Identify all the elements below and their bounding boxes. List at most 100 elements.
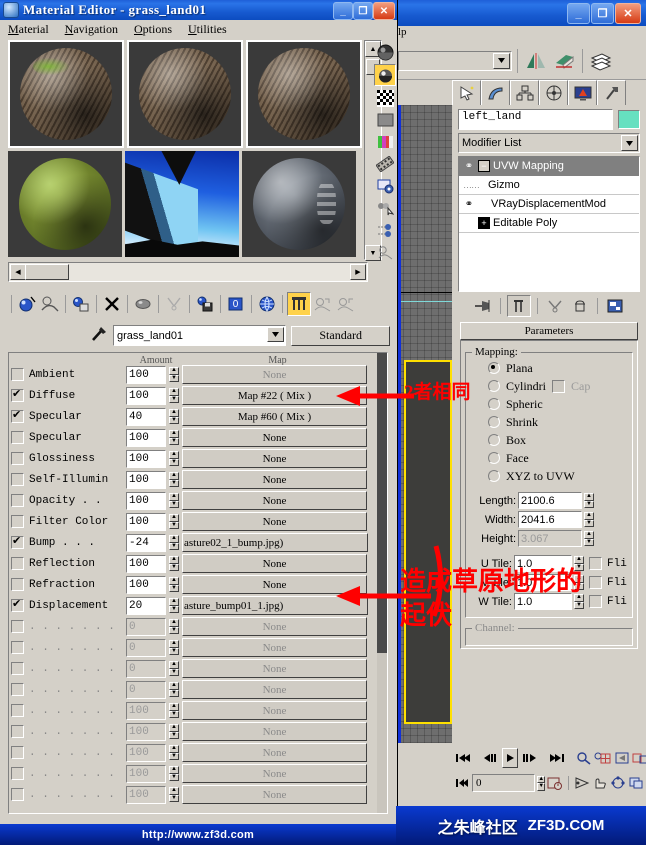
- map-assign-button[interactable]: None: [182, 659, 367, 678]
- map-enable-checkbox[interactable]: [11, 597, 24, 612]
- map-enable-checkbox[interactable]: [11, 534, 24, 549]
- map-amount-field[interactable]: 100: [126, 701, 166, 720]
- map-assign-button[interactable]: None: [182, 617, 367, 636]
- radio-icon[interactable]: [488, 470, 500, 482]
- map-amount-field[interactable]: 0: [126, 680, 166, 699]
- map-enable-checkbox[interactable]: [11, 683, 24, 696]
- length-field[interactable]: 2100.6: [518, 492, 582, 509]
- map-amount-field[interactable]: 100: [126, 449, 166, 468]
- u-tile-spinner[interactable]: ▲ ▼: [574, 556, 584, 571]
- maximize-viewport-icon[interactable]: [628, 774, 644, 792]
- map-amount-field[interactable]: 100: [126, 386, 166, 405]
- mapping-option-planar[interactable]: Plana: [470, 359, 628, 377]
- height-spinner[interactable]: ▲ ▼: [584, 531, 594, 546]
- map-amount-spinner[interactable]: ▲ ▼: [169, 766, 179, 781]
- max-toolbar[interactable]: [396, 42, 646, 80]
- map-amount-field[interactable]: 100: [126, 512, 166, 531]
- modifier-list-dropdown[interactable]: Modifier List: [458, 133, 640, 153]
- max-menubar[interactable]: lp: [396, 26, 646, 42]
- make-material-copy-icon[interactable]: [132, 293, 154, 315]
- map-assign-button[interactable]: None: [182, 470, 367, 489]
- map-amount-spinner[interactable]: ▲ ▼: [169, 451, 179, 466]
- map-amount-field[interactable]: 100: [126, 428, 166, 447]
- map-amount-spinner[interactable]: ▲ ▼: [169, 472, 179, 487]
- map-enable-checkbox[interactable]: [11, 557, 24, 570]
- max-menu-fragment[interactable]: lp: [398, 26, 407, 38]
- go-to-parent-icon[interactable]: [312, 293, 334, 315]
- map-amount-spinner[interactable]: ▲ ▼: [169, 430, 179, 445]
- command-panel-tabs[interactable]: [396, 80, 646, 106]
- cap-checkbox[interactable]: [552, 379, 566, 393]
- map-assign-button[interactable]: None: [182, 449, 367, 468]
- modifier-stack-item-editable-poly[interactable]: + Editable Poly: [459, 214, 639, 233]
- frame-spinner[interactable]: ▲ ▼: [537, 775, 546, 791]
- modifier-stack-item-uvw-mapping[interactable]: ⚭ − UVW Mapping: [459, 157, 639, 176]
- map-enable-checkbox[interactable]: [11, 494, 24, 507]
- map-assign-button[interactable]: asture02_1_bump.jpg): [182, 533, 368, 552]
- video-color-check-icon[interactable]: [375, 132, 395, 152]
- w-tile-field[interactable]: 1.0: [514, 593, 572, 610]
- maps-vscrollbar[interactable]: [377, 353, 387, 813]
- w-flip-checkbox[interactable]: [589, 595, 602, 608]
- v-tile-field[interactable]: 1.0: [514, 574, 572, 591]
- map-amount-spinner[interactable]: ▲ ▼: [169, 367, 179, 382]
- zoom-extents-icon[interactable]: [614, 749, 630, 767]
- map-assign-button[interactable]: None: [182, 701, 367, 720]
- map-assign-button[interactable]: None: [182, 365, 367, 384]
- map-amount-field[interactable]: 100: [126, 491, 166, 510]
- map-enable-checkbox[interactable]: [11, 641, 24, 654]
- map-amount-field[interactable]: 100: [126, 722, 166, 741]
- mapping-option-xyz-to-uvw[interactable]: XYZ to UVW: [470, 467, 628, 485]
- configure-modifier-sets-icon[interactable]: [604, 296, 626, 316]
- sample-slot-6[interactable]: [242, 151, 356, 257]
- mapping-option-shrink-wrap[interactable]: Shrink: [470, 413, 628, 431]
- width-field[interactable]: 2041.6: [518, 511, 582, 528]
- chevron-down-icon[interactable]: [267, 327, 285, 342]
- background-checker-icon[interactable]: [375, 88, 395, 108]
- light-bulb-icon[interactable]: ⚭: [463, 161, 475, 172]
- matedit-maximize-button[interactable]: ❐: [353, 2, 373, 20]
- menu-navigation[interactable]: Navigation: [65, 22, 118, 37]
- display-tab-icon[interactable]: [568, 80, 597, 106]
- map-amount-spinner[interactable]: ▲ ▼: [169, 556, 179, 571]
- backlight-icon[interactable]: [374, 64, 396, 86]
- map-enable-checkbox[interactable]: [11, 788, 24, 801]
- time-configuration-icon[interactable]: [547, 774, 563, 792]
- get-material-icon[interactable]: [16, 293, 38, 315]
- map-amount-field[interactable]: -24: [126, 533, 166, 552]
- animation-bar[interactable]: 0 ▲ ▼: [452, 745, 646, 805]
- map-amount-field[interactable]: 0: [126, 638, 166, 657]
- modifier-stack[interactable]: ⚭ − UVW Mapping …… Gizmo ⚭ VRayDisplacem…: [458, 156, 640, 292]
- map-amount-spinner[interactable]: ▲ ▼: [169, 703, 179, 718]
- selected-object-gizmo[interactable]: [404, 360, 452, 724]
- hierarchy-tab-icon[interactable]: [510, 80, 539, 106]
- map-enable-checkbox[interactable]: [11, 452, 24, 465]
- map-enable-checkbox[interactable]: [11, 725, 24, 738]
- zoom-all-icon[interactable]: [594, 749, 612, 767]
- go-to-end-icon[interactable]: [548, 749, 566, 767]
- map-assign-button[interactable]: None: [182, 680, 367, 699]
- map-amount-field[interactable]: 20: [126, 596, 166, 615]
- map-amount-spinner[interactable]: ▲ ▼: [169, 661, 179, 676]
- map-amount-field[interactable]: 100: [126, 365, 166, 384]
- sample-slot-2[interactable]: [127, 40, 243, 148]
- v-tile-spinner[interactable]: ▲ ▼: [574, 575, 584, 590]
- next-frame-icon[interactable]: [520, 749, 538, 767]
- layer-manager-icon[interactable]: [588, 48, 614, 74]
- mapping-option-cylindrical[interactable]: Cylindri Cap: [470, 377, 628, 395]
- expander-plus-icon[interactable]: +: [478, 217, 490, 229]
- sample-slots[interactable]: [8, 40, 363, 258]
- map-enable-checkbox[interactable]: [11, 408, 24, 423]
- max-close-button[interactable]: ✕: [615, 3, 641, 24]
- reset-map-icon[interactable]: [101, 293, 123, 315]
- map-enable-checkbox[interactable]: [11, 662, 24, 675]
- radio-icon[interactable]: [488, 416, 500, 428]
- map-amount-spinner[interactable]: ▲ ▼: [169, 514, 179, 529]
- frame-row[interactable]: 0 ▲ ▼: [452, 771, 646, 795]
- align-icon[interactable]: [551, 48, 577, 74]
- viewport[interactable]: [396, 105, 452, 743]
- radio-icon[interactable]: [488, 434, 500, 446]
- matedit-close-button[interactable]: ✕: [373, 2, 395, 20]
- map-assign-button[interactable]: None: [182, 428, 367, 447]
- map-amount-field[interactable]: 0: [126, 659, 166, 678]
